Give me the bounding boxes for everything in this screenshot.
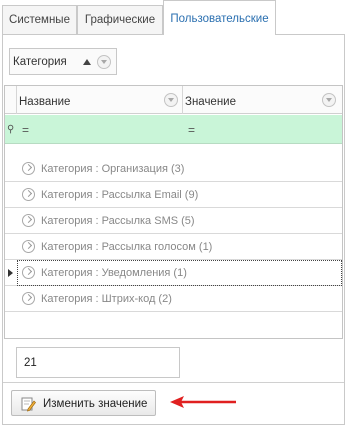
expand-icon[interactable]: [22, 162, 35, 175]
filter-icon[interactable]: [322, 93, 336, 107]
value-filter-operator[interactable]: =: [188, 123, 195, 137]
tab-user[interactable]: Пользовательские: [163, 0, 276, 35]
group-row-focused[interactable]: Категория : Уведомления (1): [5, 260, 342, 286]
filter-icon[interactable]: [164, 93, 178, 107]
group-row-label: Категория : Рассылка SMS (5): [41, 215, 195, 227]
edit-value-button[interactable]: Изменить значение: [11, 390, 156, 416]
expand-icon[interactable]: [22, 266, 35, 279]
edit-value-button-label: Изменить значение: [43, 398, 148, 410]
value-field[interactable]: 21: [16, 347, 180, 378]
filter-icon[interactable]: [97, 55, 111, 69]
group-row-label: Категория : Рассылка Email (9): [41, 189, 199, 201]
column-header-value[interactable]: Значение: [183, 86, 342, 114]
group-by-label: Категория: [13, 56, 67, 68]
column-header-value-label: Значение: [185, 96, 236, 108]
group-row[interactable]: Категория : Рассылка Email (9): [5, 182, 342, 208]
tab-strip: Системные Графические Пользовательские: [0, 0, 347, 35]
group-row[interactable]: Категория : Организация (3): [5, 156, 342, 182]
group-row[interactable]: Категория : Рассылка SMS (5): [5, 208, 342, 234]
name-filter-operator[interactable]: =: [22, 123, 29, 137]
divider: [3, 382, 344, 383]
group-row[interactable]: Категория : Рассылка голосом (1): [5, 234, 342, 260]
edit-pencil-icon: [21, 397, 36, 412]
column-header-name-label: Название: [19, 96, 71, 108]
column-header-name[interactable]: Название: [17, 86, 183, 114]
expand-icon[interactable]: [22, 188, 35, 201]
expand-icon[interactable]: [22, 292, 35, 305]
expand-icon[interactable]: [22, 240, 35, 253]
group-row-label: Категория : Рассылка голосом (1): [41, 241, 213, 253]
tab-system[interactable]: Системные: [2, 5, 77, 34]
row-pointer-icon: [8, 269, 13, 277]
pin-icon: ⚲: [7, 124, 15, 135]
grid-header: Название Значение: [5, 86, 342, 114]
auto-filter-row[interactable]: ⚲ = =: [5, 115, 342, 144]
sort-ascending-icon[interactable]: [83, 59, 91, 65]
expand-icon[interactable]: [22, 214, 35, 227]
settings-grid: Название Значение ⚲ = = Категория : Орга…: [4, 85, 343, 339]
group-row-label: Категория : Штрих-код (2): [41, 293, 172, 305]
group-row-label: Категория : Организация (3): [41, 163, 185, 175]
group-by-category-header[interactable]: Категория: [9, 48, 117, 75]
red-pointer-arrow-icon: [170, 396, 236, 408]
row-indicator-header: [5, 86, 17, 114]
value-field-text: 21: [24, 357, 37, 369]
group-row[interactable]: Категория : Штрих-код (2): [5, 286, 342, 312]
group-row-label: Категория : Уведомления (1): [41, 267, 187, 279]
tab-graphic[interactable]: Графические: [77, 5, 163, 34]
